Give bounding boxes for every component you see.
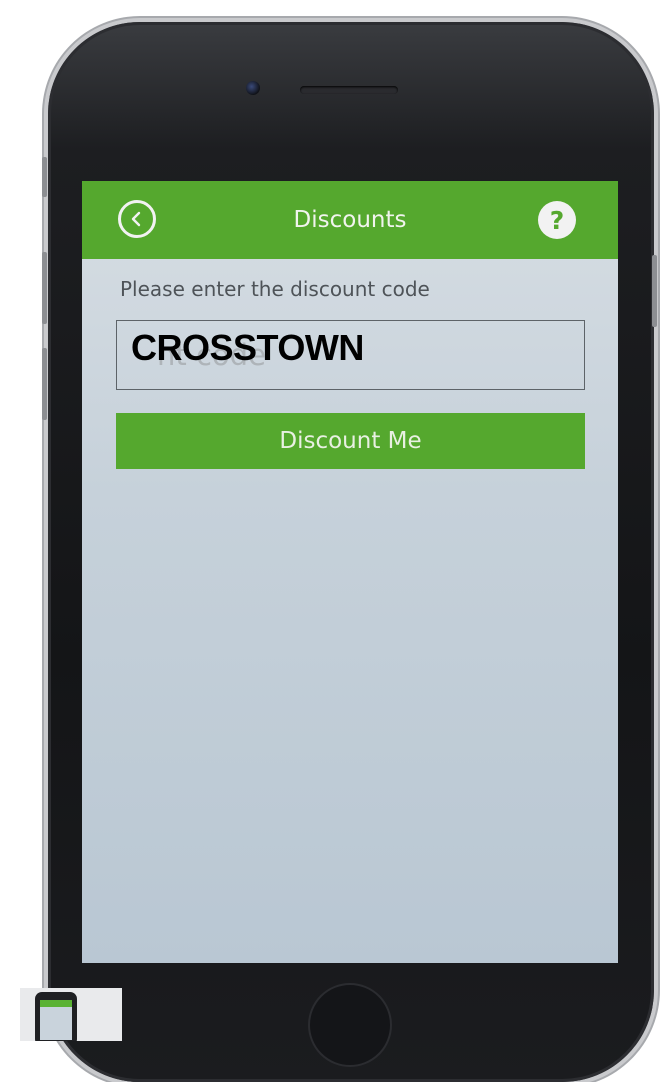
back-button[interactable] <box>118 200 156 238</box>
input-value: CROSSTOWN <box>131 327 364 368</box>
front-camera <box>246 81 260 95</box>
thumbnail-screen-image <box>40 1000 72 1040</box>
volume-down-button <box>42 348 47 420</box>
discount-prompt-label: Please enter the discount code <box>120 277 430 301</box>
help-button[interactable]: ? <box>538 201 576 239</box>
power-button <box>652 255 657 327</box>
home-button <box>308 983 392 1067</box>
chevron-left-icon <box>131 211 141 227</box>
earpiece-speaker <box>300 86 398 94</box>
video-thumbnail <box>20 988 122 1041</box>
nav-header: Discounts ? <box>82 181 618 259</box>
discount-code-input[interactable]: nt code CROSSTOWN <box>116 320 585 390</box>
volume-up-button <box>42 252 47 324</box>
discount-me-button[interactable]: Discount Me <box>116 413 585 469</box>
app-screen: Discounts ? Please enter the discount co… <box>82 181 618 963</box>
mute-switch <box>42 157 47 197</box>
